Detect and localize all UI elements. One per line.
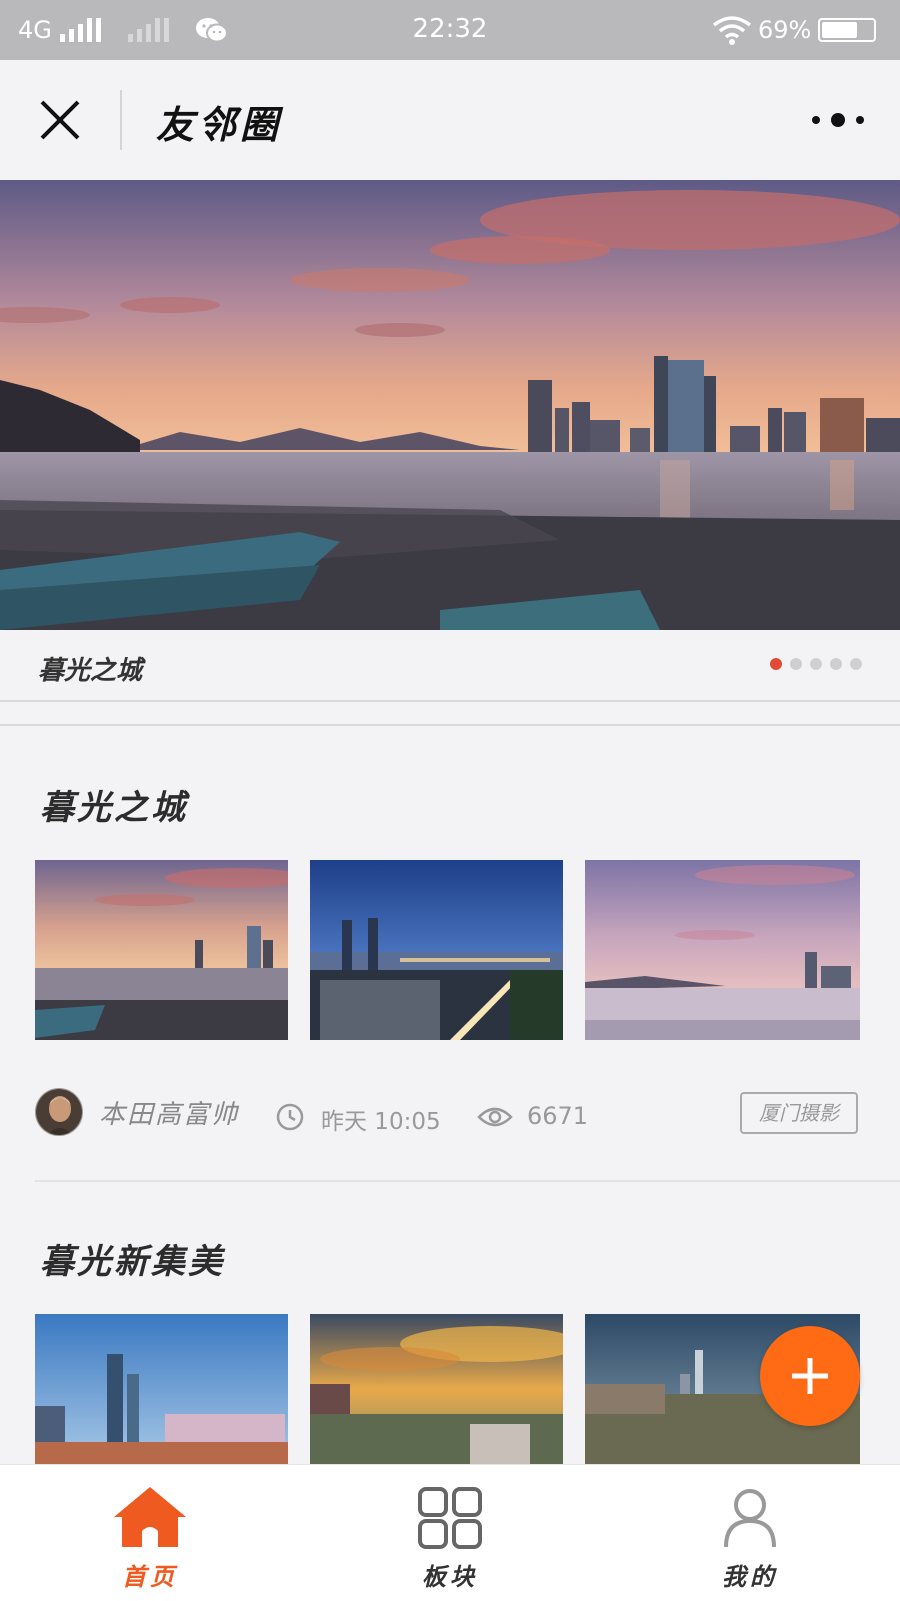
carousel-dot[interactable] (850, 658, 862, 670)
section-divider (0, 724, 900, 726)
clock-icon (276, 1103, 304, 1131)
post-title: 暮光新集美 (40, 1242, 225, 1282)
page-title: 友邻圈 (156, 102, 283, 147)
post-title: 暮光之城 (40, 788, 188, 828)
tab-sections[interactable]: 板块 (300, 1465, 600, 1601)
eye-icon (477, 1107, 513, 1127)
bottom-tab-bar: 首页 板块 我的 (0, 1464, 900, 1601)
carousel-dot[interactable] (810, 658, 822, 670)
banner-caption-bar: 暮光之城 (0, 630, 900, 702)
post-divider (35, 1180, 900, 1182)
author-name[interactable]: 本田高富帅 (99, 1094, 239, 1131)
battery-percent: 69% (758, 16, 812, 44)
more-icon[interactable] (808, 110, 868, 130)
post-time: 昨天 10:05 (321, 1109, 441, 1135)
wifi-icon (712, 16, 752, 45)
carousel-dot[interactable] (790, 658, 802, 670)
post-thumbnail[interactable] (310, 1314, 563, 1464)
home-icon (114, 1487, 186, 1547)
avatar[interactable] (35, 1088, 83, 1136)
close-icon[interactable] (38, 98, 82, 142)
carousel-dot[interactable] (830, 658, 842, 670)
category-tag[interactable]: 厦门摄影 (740, 1092, 858, 1134)
header-divider (120, 90, 122, 150)
tab-label: 板块 (422, 1562, 478, 1591)
post-thumbnail[interactable] (310, 860, 563, 1040)
add-post-button[interactable] (760, 1326, 860, 1426)
tab-label: 我的 (722, 1562, 778, 1591)
carousel-dot[interactable] (770, 658, 782, 670)
post-meta: 本田高富帅 昨天 10:05 6671 厦门摄影 (35, 1088, 865, 1138)
tab-mine[interactable]: 我的 (600, 1465, 900, 1601)
status-bar: 4G 22:32 69% (0, 0, 900, 60)
tab-label: 首页 (122, 1562, 178, 1591)
banner-image (0, 180, 900, 630)
battery-fill (822, 22, 857, 38)
grid-icon (418, 1487, 482, 1549)
user-icon (724, 1489, 776, 1548)
app-header: 友邻圈 (0, 60, 900, 180)
banner-caption: 暮光之城 (38, 656, 143, 686)
carousel-dots (770, 658, 862, 670)
post-thumbnail[interactable] (35, 1314, 288, 1464)
tab-home[interactable]: 首页 (0, 1465, 300, 1601)
view-count: 6671 (527, 1102, 589, 1130)
post-thumbnail[interactable] (35, 860, 288, 1040)
post-thumbnail[interactable] (585, 860, 860, 1040)
banner-carousel[interactable] (0, 180, 900, 630)
battery-icon (818, 18, 876, 42)
plus-icon (792, 1358, 828, 1394)
